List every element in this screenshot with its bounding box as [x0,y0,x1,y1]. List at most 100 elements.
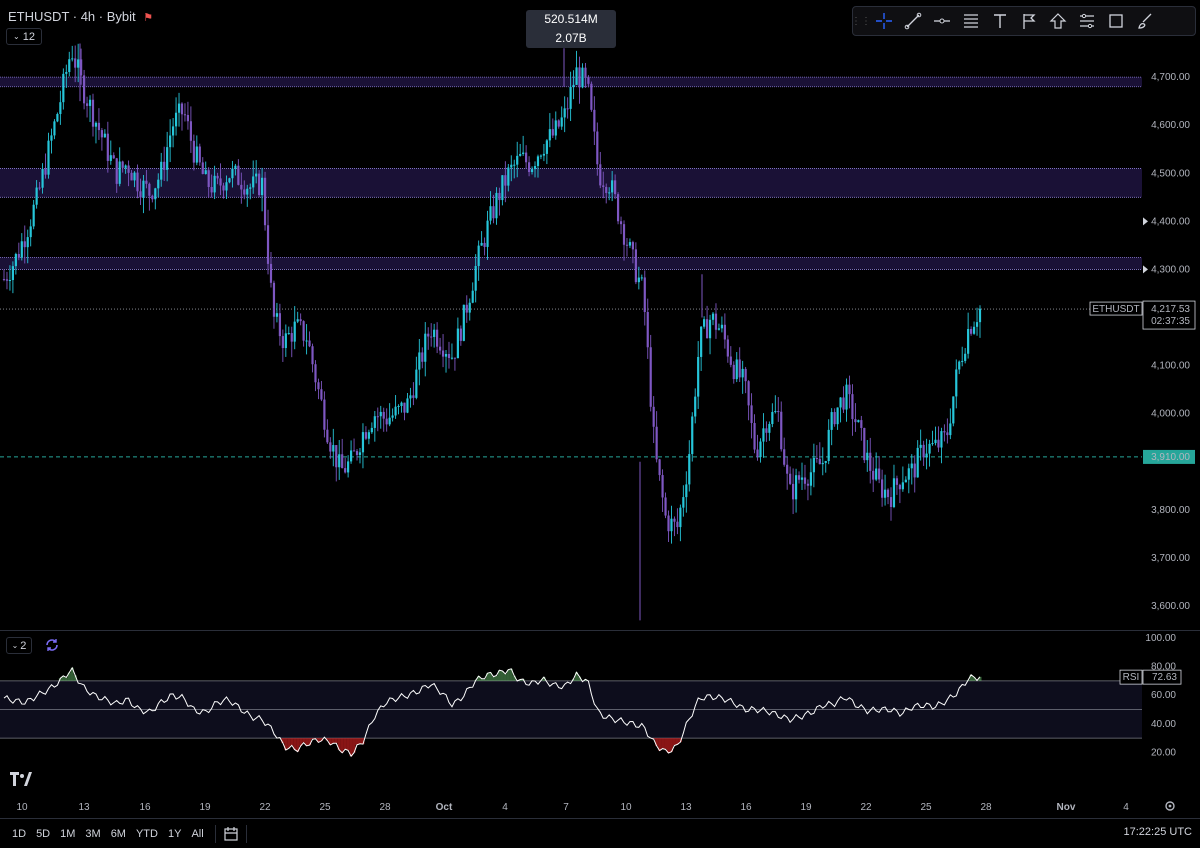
candle-body [759,441,762,458]
candle-body [471,290,474,303]
indicator-count: 12 [22,30,35,43]
candle-body [299,319,302,322]
candle-body [177,103,181,113]
candle-body [919,444,922,448]
candle-body [465,304,468,313]
range-button-6m[interactable]: 6M [106,824,131,844]
alert-price-value: 3,910.00 [1151,452,1190,463]
candle-body [53,121,56,136]
range-button-5d[interactable]: 5D [31,824,55,844]
candle-body [753,423,756,450]
time-tick-label: 16 [139,802,151,813]
candle-body [839,397,842,408]
range-button-1m[interactable]: 1M [55,824,80,844]
candle-body [252,176,255,188]
gear-icon[interactable] [1163,799,1177,813]
candle-body [883,489,887,498]
utc-clock[interactable]: 17:22:25 UTC [1124,826,1192,838]
crosshair-icon[interactable] [869,8,898,34]
candle-body [783,449,786,465]
range-button-all[interactable]: All [186,824,208,844]
candle-body [468,302,471,313]
horizontal-ray-icon[interactable] [927,8,956,34]
time-tick-label: Oct [436,802,453,813]
candle-body [720,324,724,329]
candle-body [895,478,899,485]
candle-body [29,226,32,238]
candle-body [952,396,955,424]
goto-date-icon[interactable] [222,825,240,843]
rsi-chart[interactable]: 100.0080.0060.0040.0020.00RSI 72.63 [0,631,1200,791]
candle-body [358,452,362,455]
candle-body [673,518,676,522]
candle-body [581,67,584,88]
candle-body [302,321,305,341]
indicator-collapse-button[interactable]: ⌄ 12 [6,28,42,45]
rectangle-icon[interactable] [1101,8,1130,34]
fib-retracement-icon[interactable] [956,8,985,34]
time-axis[interactable]: 10 13 16 19 22 25 28 Oct 4 7 10 13 16 19 22 25 28 Nov 4 [0,791,1200,818]
candle-body [519,153,522,156]
candle-body [148,183,151,196]
candle-body [26,237,29,248]
candle-body [246,188,249,195]
drag-handle-icon[interactable]: ⋮⋮ [851,8,871,34]
candle-body [17,253,20,258]
candle-body [8,280,12,282]
candle-body [483,242,486,247]
price-chart[interactable]: 4,800.004,700.004,600.004,500.004,400.00… [0,0,1200,630]
candle-body [444,353,448,357]
measure-icon[interactable] [1072,8,1101,34]
candle-body [477,245,480,266]
arrow-up-icon[interactable] [1043,8,1072,34]
refresh-icon[interactable] [44,638,60,652]
candle-body [910,463,913,469]
candle-body [726,339,729,357]
candle-body [667,515,670,532]
tradingview-logo[interactable] [10,772,32,791]
candle-body [881,479,884,498]
candle-body [628,242,632,246]
range-button-3m[interactable]: 3M [80,824,105,844]
range-button-ytd[interactable]: YTD [131,824,163,844]
text-icon[interactable] [985,8,1014,34]
candle-body [676,521,679,528]
candle-body [489,206,492,221]
price-tick-label: 4,300.00 [1151,264,1190,275]
candle-body [100,130,103,138]
candle-body [427,333,430,337]
candle-body [513,164,516,166]
candle-body [222,185,225,191]
candle-body [157,179,160,189]
trend-line-icon[interactable] [898,8,927,34]
candle-body [127,165,130,173]
candle-body [68,59,71,73]
range-button-1y[interactable]: 1Y [163,824,186,844]
candle-body [830,412,833,430]
candle-body [539,155,543,157]
range-button-1d[interactable]: 1D [7,824,31,844]
candle-body [685,484,688,498]
candle-body [501,175,504,201]
candle-body [614,180,617,195]
candle-body [260,177,264,196]
symbol-title[interactable]: ETHUSDT · 4h · Bybit ⚑ [8,9,153,24]
candle-body [869,452,872,471]
candle-body [344,468,347,473]
candle-body [806,483,810,486]
candle-body [851,394,854,420]
candle-body [809,472,813,486]
flag-icon[interactable] [1014,8,1043,34]
candle-body [694,396,697,417]
candle-body [940,431,943,448]
candle-body [249,187,252,189]
rsi-collapse-button[interactable]: ⌄ 2 [6,637,32,654]
candle-body [542,153,546,156]
candle-body [142,180,145,198]
candle-body [459,328,462,341]
drawing-toolbar: ⋮⋮ [851,6,1196,36]
candle-body [875,468,878,480]
brush-icon[interactable] [1130,8,1159,34]
price-tick-label: 3,600.00 [1151,601,1190,612]
candle-body [225,182,228,191]
